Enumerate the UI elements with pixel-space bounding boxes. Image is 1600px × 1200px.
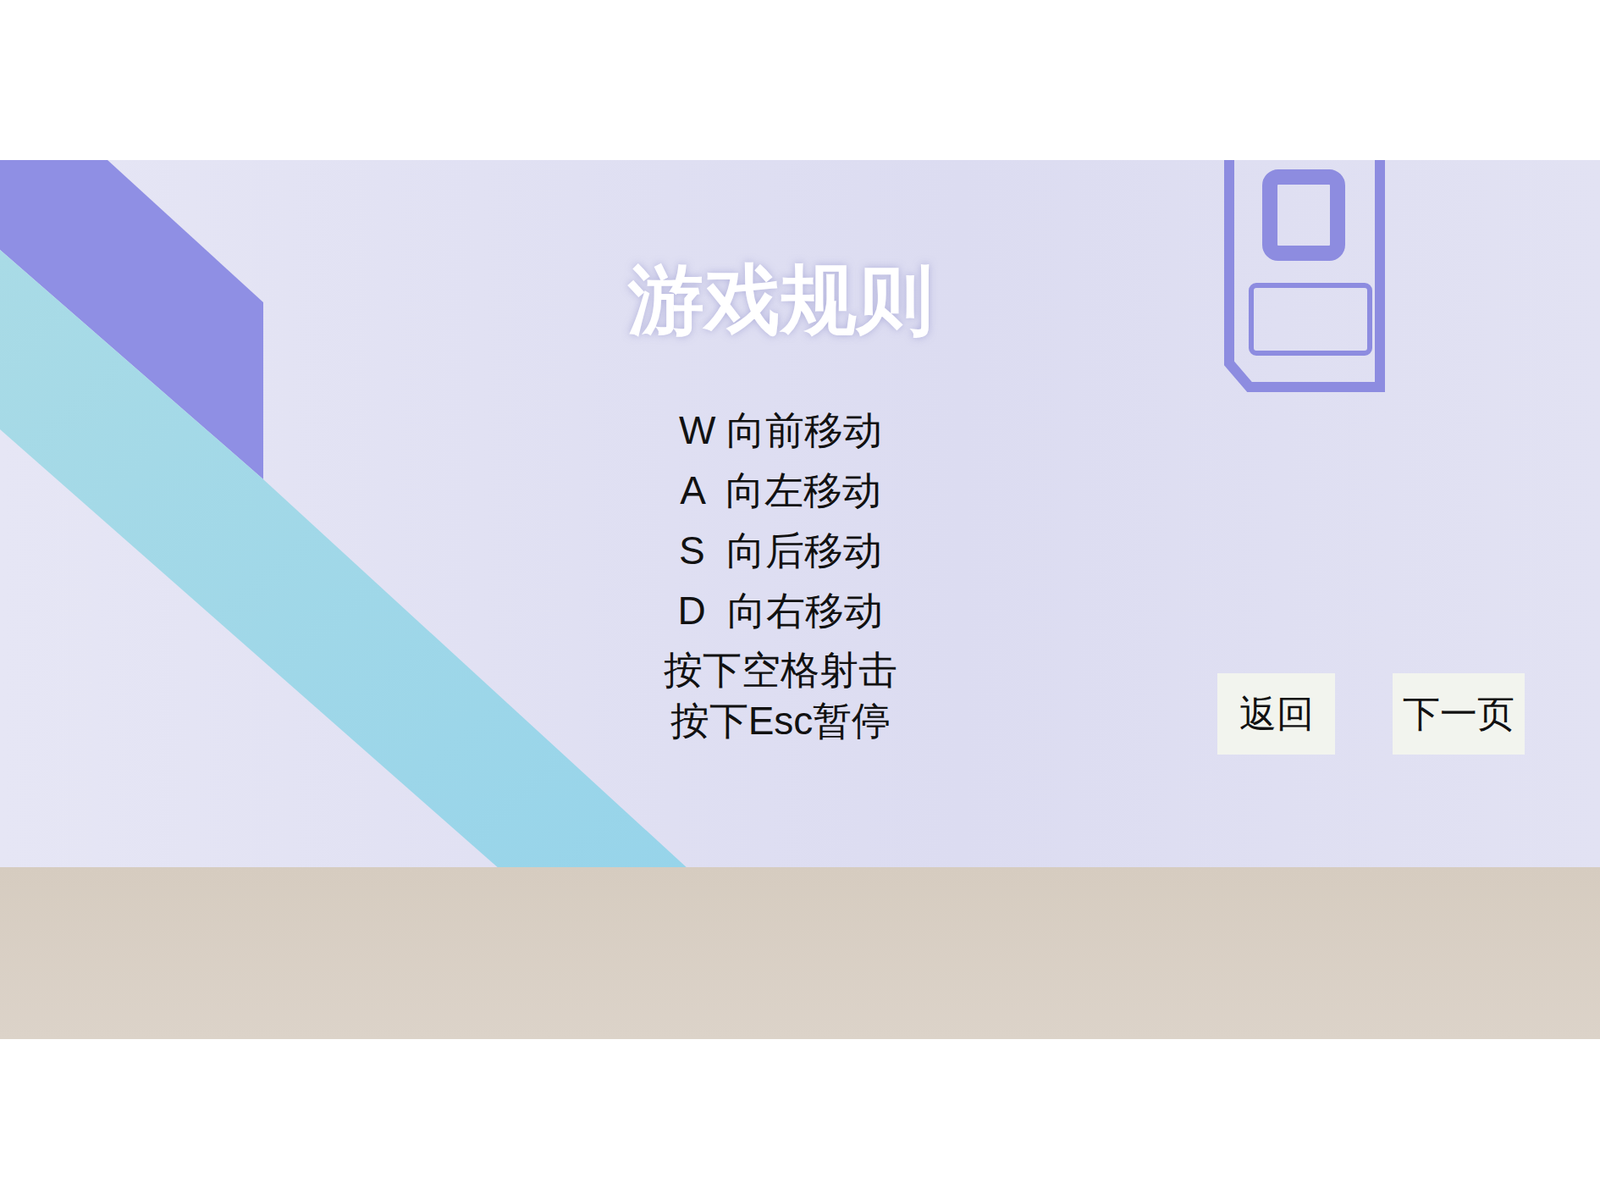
control-rule: S 向后移动 bbox=[678, 520, 883, 581]
controls-list: W 向前移动A 向左移动S 向后移动D 向右移动 bbox=[678, 400, 884, 641]
top-band bbox=[0, 0, 1600, 160]
rules-panel: 游戏规则 W 向前移动A 向左移动S 向后移动D 向右移动 按下空格射击按下Es… bbox=[526, 253, 1035, 746]
actions-list: 按下空格射击按下Esc暂停 bbox=[663, 644, 898, 746]
control-rule: A 向左移动 bbox=[679, 460, 882, 521]
content-row: 游戏规则 W 向前移动A 向左移动S 向后移动D 向右移动 按下空格射击按下Es… bbox=[0, 160, 1600, 746]
next-page-button[interactable]: 下一页 bbox=[1392, 673, 1525, 755]
logo-icon bbox=[1229, 160, 1380, 387]
control-rule: W 向前移动 bbox=[678, 400, 883, 461]
title: 游戏规则 bbox=[628, 253, 933, 347]
action-rule: 按下Esc暂停 bbox=[670, 695, 892, 746]
control-rule: D 向右移动 bbox=[678, 580, 884, 641]
button-group: 返回下一页 bbox=[1217, 673, 1525, 755]
game-scene: 游戏规则 W 向前移动A 向左移动S 向后移动D 向右移动 按下空格射击按下Es… bbox=[0, 160, 1600, 1039]
bottom-band bbox=[0, 1038, 1600, 1200]
action-rule: 按下空格射击 bbox=[663, 644, 898, 696]
back-button[interactable]: 返回 bbox=[1217, 673, 1336, 755]
